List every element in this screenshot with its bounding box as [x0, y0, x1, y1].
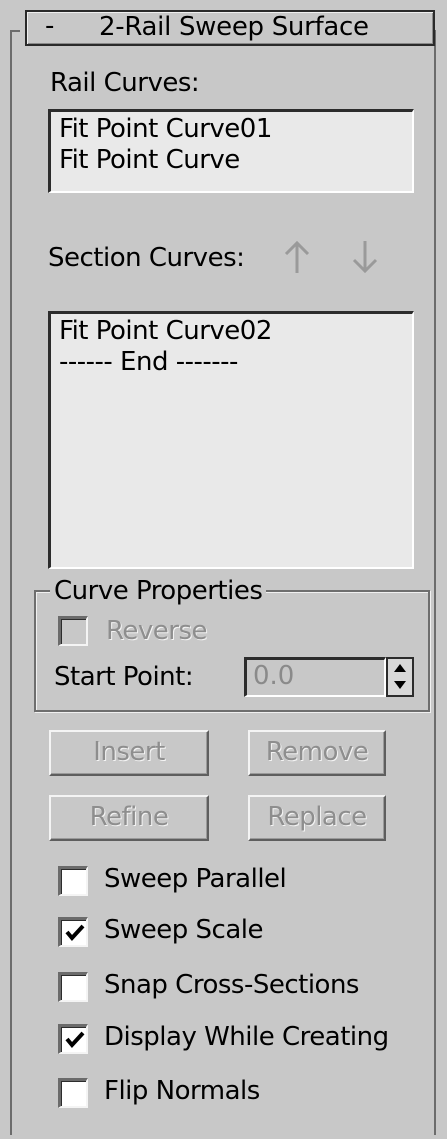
snap-cross-sections-checkbox[interactable]	[58, 972, 88, 1002]
reverse-label: Reverse	[106, 616, 208, 646]
list-item[interactable]: Fit Point Curve01	[59, 114, 404, 145]
section-curves-list[interactable]: Fit Point Curve02 ------ End -------	[48, 311, 414, 569]
spinner-down-icon	[394, 681, 406, 689]
rail-curves-list[interactable]: Fit Point Curve01 Fit Point Curve	[48, 109, 414, 193]
remove-button[interactable]: Remove	[248, 730, 386, 776]
flip-normals-label[interactable]: Flip Normals	[104, 1076, 260, 1106]
arrow-down-icon	[352, 241, 378, 274]
section-curves-label: Section Curves:	[48, 243, 245, 273]
checkmark-icon	[65, 924, 85, 942]
display-while-creating-checkbox[interactable]	[58, 1024, 88, 1054]
move-up-button[interactable]	[282, 237, 312, 277]
list-item[interactable]: ------ End -------	[59, 347, 404, 378]
list-item[interactable]: Fit Point Curve02	[59, 316, 404, 347]
rollout-header[interactable]: - 2-Rail Sweep Surface	[25, 10, 435, 46]
list-item[interactable]: Fit Point Curve	[59, 145, 404, 176]
checkmark-icon	[65, 1031, 85, 1049]
sweep-scale-checkbox[interactable]	[58, 917, 88, 947]
replace-button[interactable]: Replace	[248, 795, 386, 841]
start-point-spinner[interactable]	[386, 657, 414, 697]
arrow-up-icon	[284, 240, 310, 273]
rail-curves-label: Rail Curves:	[50, 68, 200, 98]
start-point-label: Start Point:	[54, 662, 194, 692]
curve-properties-title: Curve Properties	[50, 576, 267, 606]
rollout-title: 2-Rail Sweep Surface	[99, 12, 369, 42]
sweep-parallel-checkbox[interactable]	[58, 866, 88, 896]
insert-button[interactable]: Insert	[49, 730, 209, 776]
sweep-parallel-label[interactable]: Sweep Parallel	[104, 864, 287, 894]
spinner-down-button[interactable]	[388, 677, 412, 695]
flip-normals-checkbox[interactable]	[58, 1078, 88, 1108]
snap-cross-sections-label[interactable]: Snap Cross-Sections	[104, 970, 359, 1000]
refine-button[interactable]: Refine	[49, 795, 209, 841]
reverse-checkbox[interactable]	[58, 616, 88, 646]
start-point-field[interactable]: 0.0	[244, 657, 386, 697]
sweep-scale-label[interactable]: Sweep Scale	[104, 915, 263, 945]
display-while-creating-label[interactable]: Display While Creating	[104, 1022, 389, 1052]
spinner-up-icon	[394, 664, 406, 672]
collapse-toggle[interactable]: -	[45, 11, 54, 41]
move-down-button[interactable]	[350, 237, 380, 277]
spinner-up-button[interactable]	[388, 659, 412, 677]
